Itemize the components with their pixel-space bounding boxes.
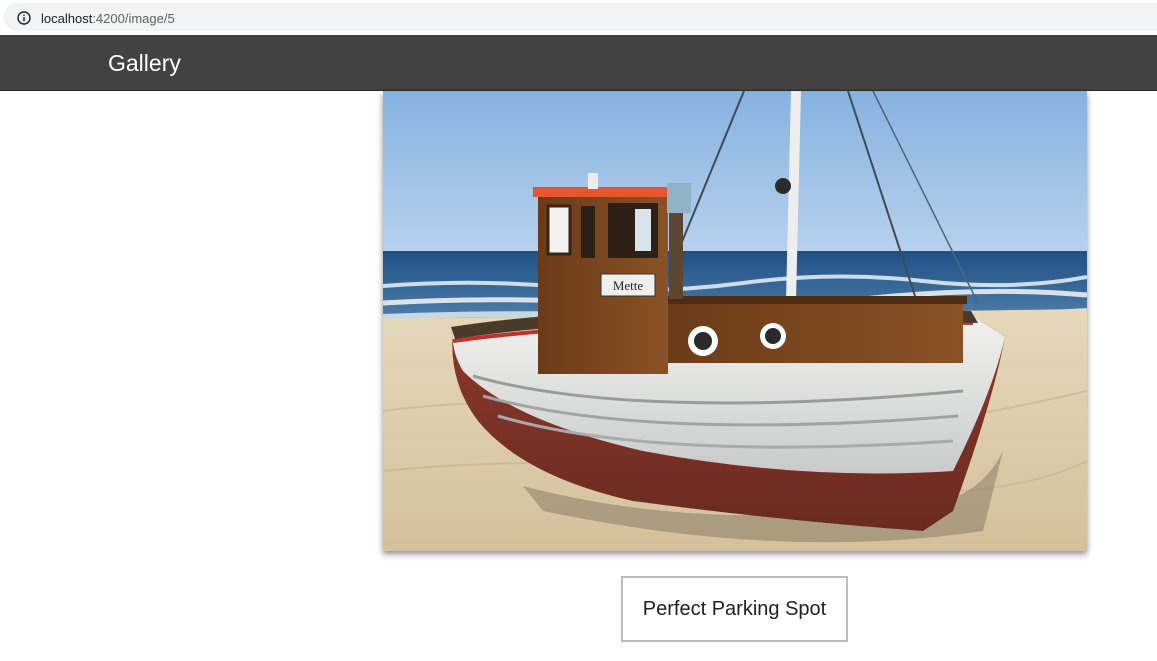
url-field[interactable]: localhost:4200/image/5 [4,3,1157,31]
gallery-image[interactable]: Mette [383,91,1087,551]
image-caption: Perfect Parking Spot [621,576,848,642]
info-icon[interactable] [17,11,31,25]
app-toolbar: Gallery [0,35,1157,91]
boat-name-label: Mette [613,278,644,293]
app-title[interactable]: Gallery [108,50,181,76]
url-path: :4200/image/5 [92,11,175,26]
url-host: localhost [41,11,93,26]
browser-address-bar[interactable]: localhost:4200/image/5 [0,0,1157,34]
boat-on-beach-photo: Mette [383,91,1087,551]
url-text[interactable]: localhost:4200/image/5 [41,11,175,27]
